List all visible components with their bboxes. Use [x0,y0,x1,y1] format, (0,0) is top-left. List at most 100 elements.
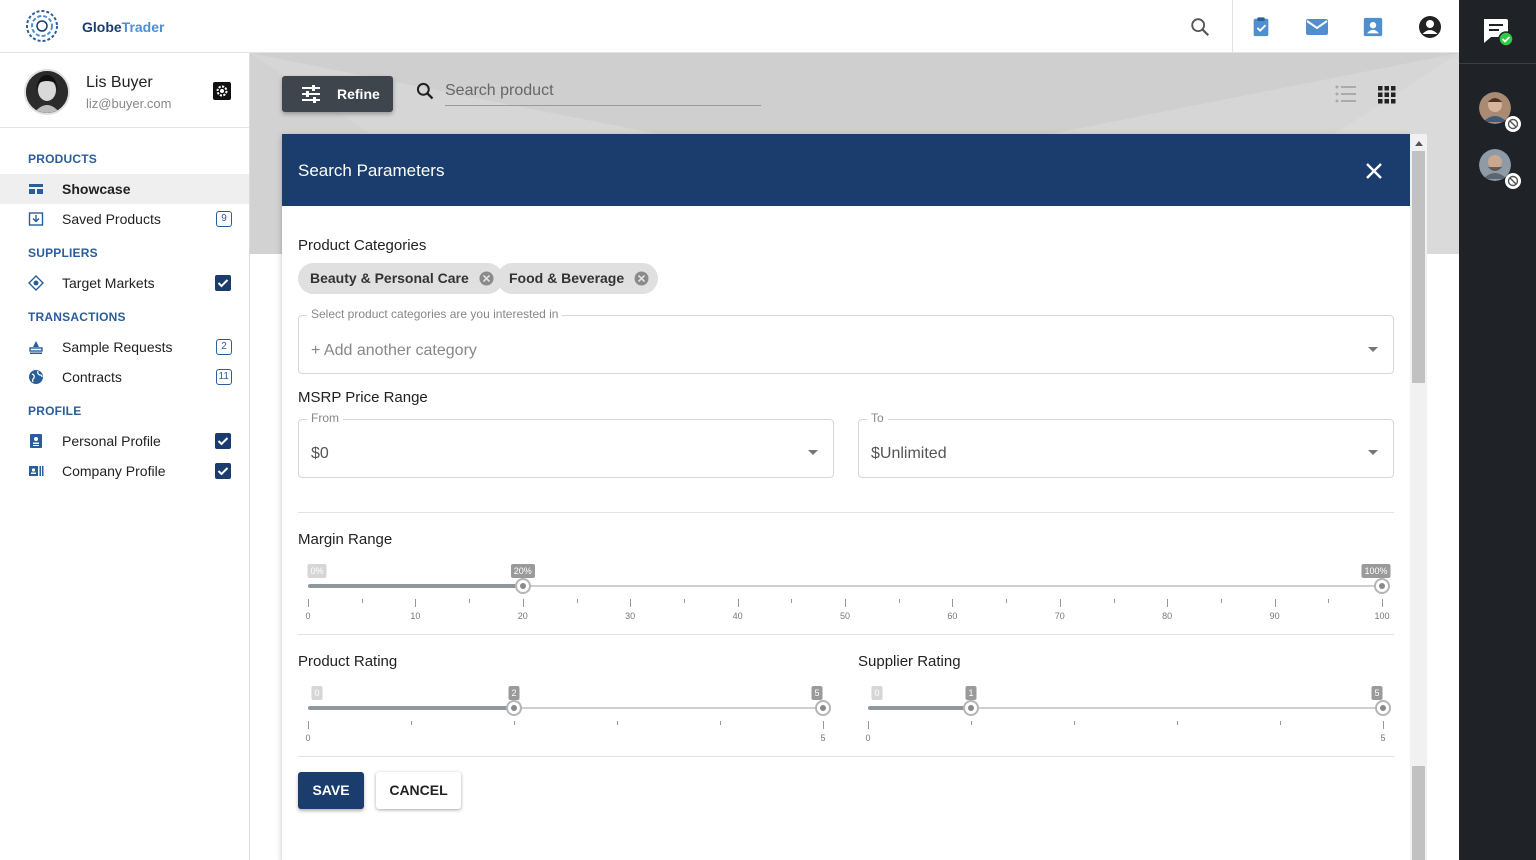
sidebar-item-contracts[interactable]: Contracts 11 [0,362,249,392]
price-from-select[interactable]: From $0 [298,411,834,478]
slider-high-handle[interactable] [815,700,831,716]
remove-chip-icon[interactable] [479,271,494,286]
slider-min-label: 0 [871,686,883,700]
slider-tick [1280,721,1281,725]
check-icon [217,467,229,476]
slider-track-filled [308,584,523,588]
chat-icon [1483,18,1514,47]
slider-tick [868,721,869,729]
sidebar-item-personal-profile[interactable]: Personal Profile [0,426,249,456]
brand-part-2: Trader [121,19,165,35]
tasks-icon [1253,16,1269,36]
account-button[interactable] [1402,0,1458,53]
refine-button[interactable]: Refine [282,76,393,112]
sidebar-item-showcase[interactable]: Showcase [0,174,249,204]
dialog-scrollbar[interactable] [1410,134,1427,860]
slider-tick [308,599,309,607]
checkbox-checked[interactable] [215,433,231,449]
slider-tick [361,599,363,603]
slider-low-handle[interactable] [963,700,979,716]
slider-tick [1220,599,1222,603]
logo-icon[interactable] [25,9,59,43]
category-select[interactable]: Select product categories are you intere… [298,307,1394,374]
mail-button[interactable] [1289,0,1345,53]
category-chip[interactable]: Food & Beverage [497,263,659,294]
sidebar-item-label: Target Markets [62,275,155,291]
download-icon [28,212,44,226]
product-categories-label: Product Categories [298,237,427,254]
chat-rail [1459,0,1536,860]
slider-high-handle[interactable] [1374,578,1390,594]
close-icon[interactable] [1364,161,1384,181]
refine-label: Refine [337,86,380,102]
sidebar: Lis Buyer liz@buyer.com PRODUCTS Showcas… [0,53,250,860]
contacts-button[interactable] [1345,0,1401,53]
sidebar-item-target-markets[interactable]: Target Markets [0,268,249,298]
slider-tick-label: 5 [820,733,826,743]
cancel-button[interactable]: CANCEL [376,772,461,809]
slider-high-label: 100% [1361,564,1391,578]
slider-tick-label: 50 [839,611,851,621]
brand-name[interactable]: GlobeTrader [82,19,164,35]
margin-range-slider[interactable]: 0 10 20 30 40 50 60 70 80 90 100 0% 20% 100% [305,564,1391,626]
slider-tick [522,599,524,607]
slider-tick [576,599,578,603]
checkbox-checked[interactable] [215,275,231,291]
user-profile: Lis Buyer liz@buyer.com [0,53,249,128]
slider-tick-label: 0 [865,733,871,743]
slider-tick-label: 90 [1269,611,1280,621]
top-bar: GlobeTrader [0,0,1459,53]
scrollbar-thumb[interactable] [1412,151,1425,383]
scrollbar-thumb[interactable] [1412,766,1425,860]
save-button[interactable]: SAVE [298,772,364,809]
list-view-icon[interactable] [1335,84,1357,104]
slider-tick [952,599,954,607]
tasks-button[interactable] [1233,0,1289,53]
settings-icon[interactable] [212,81,232,101]
slider-low-label: 20% [510,564,535,578]
slider-tick [823,721,824,729]
nav-section-products: PRODUCTS [28,152,97,166]
sidebar-item-label: Sample Requests [62,339,173,355]
top-search-button[interactable] [1172,0,1228,53]
supplier-rating-label: Supplier Rating [858,653,961,670]
dialog-header: Search Parameters [282,134,1410,206]
divider [298,756,1394,757]
chat-button[interactable] [1459,0,1536,64]
slider-low-handle[interactable] [506,700,522,716]
search-parameters-dialog: Search Parameters Product Categories Bea… [282,134,1410,860]
sidebar-item-saved-products[interactable]: Saved Products 9 [0,204,249,234]
slider-low-handle[interactable] [514,578,531,594]
sidebar-item-label: Personal Profile [62,433,161,449]
slider-high-label: 5 [1371,686,1383,700]
sidebar-item-sample-requests[interactable]: Sample Requests 2 [0,332,249,362]
slider-tick [514,721,515,725]
slider-min-label: 0% [307,564,327,578]
price-to-select[interactable]: To $Unlimited [858,411,1394,478]
search-input[interactable] [445,76,761,106]
slider-tick [1383,721,1384,729]
checkbox-checked[interactable] [215,463,231,479]
slider-tick-label: 100 [1374,611,1390,621]
slider-tick [720,721,721,725]
scroll-up-arrow[interactable] [1410,134,1427,151]
sidebar-item-label: Company Profile [62,463,166,479]
remove-chip-icon[interactable] [634,271,649,286]
slider-tick-label: 80 [1162,611,1173,621]
check-icon [217,279,229,288]
sidebar-item-company-profile[interactable]: Company Profile [0,456,249,486]
chat-contact-avatar[interactable] [1479,92,1521,132]
chat-contact-avatar[interactable] [1479,149,1521,189]
product-rating-slider[interactable]: 0 5 0 2 5 [305,686,831,748]
chevron-up-icon [1414,140,1423,146]
grid-view-icon[interactable] [1378,86,1396,104]
price-to-label: To [867,411,888,425]
slider-tick [308,721,309,729]
margin-range-label: Margin Range [298,531,393,548]
supplier-rating-slider[interactable]: 0 5 0 1 5 [865,686,1391,748]
category-chip[interactable]: Beauty & Personal Care [298,263,503,294]
slider-high-handle[interactable] [1375,700,1391,716]
avatar[interactable] [24,69,70,115]
slider-tick [411,721,412,725]
sidebar-item-label: Showcase [62,181,131,197]
